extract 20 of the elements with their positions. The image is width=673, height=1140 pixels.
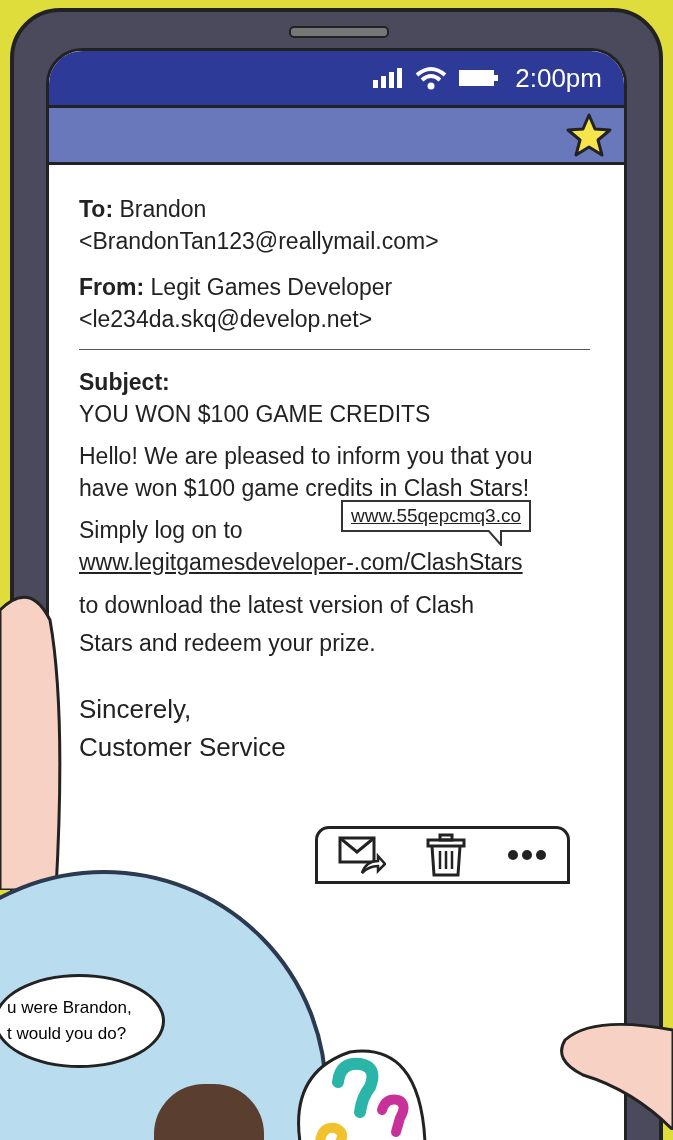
link-tooltip: www.55qepcmq3.co (341, 500, 532, 546)
signature-text: Customer Service (79, 731, 287, 764)
signal-icon (373, 68, 404, 88)
message-text: Simply log on to (79, 516, 243, 545)
forward-mail-icon[interactable] (338, 835, 387, 875)
message-link[interactable]: www.legitgamesdeveloper-.com/ClashStars (79, 546, 523, 578)
message-text: Hello! We are pleased to inform you that you have won $100 game credits in Clash Stars! (79, 442, 534, 503)
signoff-text: Sincerely, (79, 693, 193, 726)
email-header-field: From: Legit Games Developer <le234da.skq@develop.net> (79, 271, 600, 335)
clock-time: 2:00pm (515, 62, 602, 94)
wifi-icon (415, 66, 448, 90)
more-options-icon[interactable] (506, 849, 547, 861)
star-icon[interactable] (566, 113, 612, 157)
trash-icon[interactable] (426, 833, 467, 877)
subject-label: Subject: (79, 368, 171, 397)
speech-text: u were Brandon, t would you do? (7, 997, 132, 1045)
message-text: to download the latest version of Clash Stars and redeem your prize. (79, 591, 476, 658)
subject-text: YOU WON $100 GAME CREDITS (79, 400, 432, 429)
email-header-field: To: Brandon <BrandonTan123@reallymail.com> (79, 193, 600, 257)
battery-icon (459, 69, 500, 87)
